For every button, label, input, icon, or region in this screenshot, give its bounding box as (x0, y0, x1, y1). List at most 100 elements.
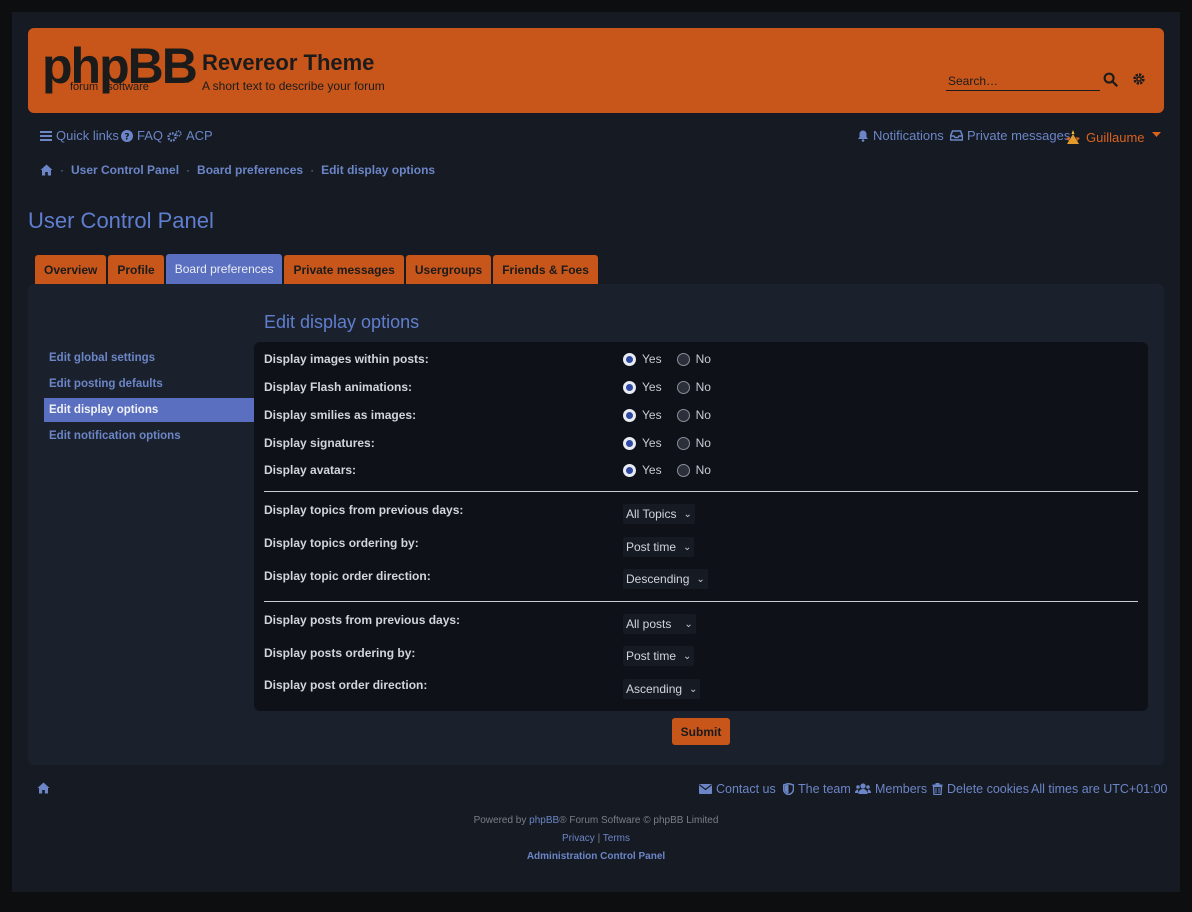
site-logo[interactable]: phpBB forum software ® (42, 38, 198, 102)
tab-friends-foes[interactable]: Friends & Foes (493, 255, 598, 284)
radio-group: Yes No (623, 408, 726, 422)
breadcrumb-board-preferences[interactable]: Board preferences (197, 163, 303, 177)
chevron-down-icon: ⌄ (684, 618, 693, 630)
quick-links-menu[interactable]: Quick links (40, 128, 119, 143)
bell-icon (858, 130, 868, 142)
privacy-terms: Privacy | Terms (0, 833, 1192, 844)
option-row-images: Display images within posts: Yes No (264, 352, 1138, 372)
tab-profile[interactable]: Profile (108, 255, 164, 284)
radio-yes[interactable] (623, 436, 636, 450)
privacy-link[interactable]: Privacy (562, 833, 595, 844)
home-icon (37, 782, 50, 794)
radio-yes-label: Yes (642, 408, 662, 422)
submit-button[interactable]: Submit (672, 718, 730, 745)
acp-footer-link[interactable]: Administration Control Panel (527, 851, 665, 862)
option-row-topic-sort: Display topics ordering by: Post time ⌄ (264, 536, 1138, 557)
radio-yes[interactable] (623, 380, 636, 394)
acp-link[interactable]: ACP (167, 128, 213, 143)
radio-no[interactable] (676, 463, 690, 477)
delete-cookies-label: Delete cookies (947, 782, 1029, 796)
sidebar-item-global-settings[interactable]: Edit global settings (44, 346, 254, 370)
notifications-label: Notifications (873, 128, 944, 143)
sidebar-item-display-options[interactable]: Edit display options (44, 398, 254, 422)
search-icon[interactable] (1103, 72, 1119, 88)
logo-subtext: forum software (70, 81, 149, 93)
option-row-signatures: Display signatures: Yes No (264, 436, 1138, 456)
breadcrumb-separator: · (60, 163, 64, 177)
contact-us-link[interactable]: Contact us (699, 782, 776, 796)
delete-cookies-link[interactable]: Delete cookies (932, 782, 1029, 796)
site-header: phpBB forum software ® Revereor Theme A … (28, 28, 1164, 113)
private-messages-link[interactable]: Private messages (950, 128, 1070, 143)
option-row-topic-dir: Display topic order direction: Descendin… (264, 569, 1138, 589)
radio-group: Yes No (623, 463, 726, 477)
caret-down-icon (1151, 132, 1161, 137)
phpbb-link[interactable]: phpBB (529, 815, 559, 826)
tab-overview[interactable]: Overview (35, 255, 107, 284)
radio-no[interactable] (676, 352, 690, 366)
faq-link[interactable]: ? FAQ (121, 128, 163, 143)
option-label: Display post order direction: (264, 678, 428, 692)
radio-no[interactable] (676, 436, 690, 450)
option-label: Display images within posts: (264, 352, 429, 366)
radio-group: Yes No (623, 352, 726, 366)
section-divider (264, 601, 1138, 602)
powered-by: Powered by phpBB® Forum Software © phpBB… (0, 815, 1192, 826)
option-label: Display topic order direction: (264, 569, 431, 583)
search-input[interactable] (946, 72, 1100, 91)
members-link[interactable]: Members (855, 782, 927, 796)
select-value: All posts (626, 617, 672, 631)
post-days-select[interactable]: All posts ⌄ (623, 614, 696, 634)
footer-links: Contact us The team Members Delete cooki… (28, 782, 1168, 798)
the-team-link[interactable]: The team (783, 782, 851, 796)
post-sort-select[interactable]: Post time ⌄ (623, 646, 695, 666)
terms-link[interactable]: Terms (603, 833, 630, 844)
radio-group: Yes No (623, 436, 726, 450)
radio-yes[interactable] (623, 352, 636, 366)
footer-home-link[interactable] (37, 782, 50, 794)
section-divider (264, 491, 1138, 492)
topic-sort-select[interactable]: Post time ⌄ (623, 537, 695, 557)
sidebar-item-notification-options[interactable]: Edit notification options (44, 424, 254, 448)
powered-prefix: Powered by (473, 815, 530, 826)
breadcrumb-separator: · (186, 163, 191, 177)
question-circle-icon: ? (121, 129, 133, 142)
sidebar-item-posting-defaults[interactable]: Edit posting defaults (44, 372, 254, 396)
site-title[interactable]: Revereor Theme (202, 50, 374, 76)
tab-private-messages[interactable]: Private messages (284, 255, 404, 284)
select-value: Post time (626, 540, 677, 554)
inbox-icon (950, 130, 963, 141)
breadcrumb: · User Control Panel · Board preferences… (28, 161, 435, 179)
option-label: Display topics from previous days: (264, 503, 464, 517)
option-label: Display posts from previous days: (264, 613, 461, 627)
tab-usergroups[interactable]: Usergroups (405, 255, 492, 284)
page-title: User Control Panel (28, 208, 214, 233)
user-menu[interactable]: Guillaume (1064, 128, 1161, 146)
site-description: A short text to describe your forum (202, 79, 385, 93)
notifications-link[interactable]: Notifications (857, 128, 944, 143)
radio-yes[interactable] (623, 408, 636, 422)
breadcrumb-ucp[interactable]: User Control Panel (71, 163, 179, 177)
menu-icon (40, 130, 52, 141)
topic-direction-select[interactable]: Descending ⌄ (623, 569, 708, 589)
radio-yes[interactable] (623, 463, 636, 477)
svg-text:?: ? (124, 132, 129, 142)
post-direction-select[interactable]: Ascending ⌄ (623, 679, 701, 699)
radio-no[interactable] (676, 408, 690, 422)
users-icon (855, 783, 871, 794)
option-row-avatars: Display avatars: Yes No (264, 463, 1138, 483)
topic-days-select[interactable]: All Topics ⌄ (623, 504, 695, 524)
option-row-smilies: Display smilies as images: Yes No (264, 408, 1138, 428)
select-value: All Topics (626, 507, 677, 521)
home-icon[interactable] (40, 164, 53, 176)
quick-links-label: Quick links (56, 128, 119, 143)
tab-board-preferences[interactable]: Board preferences (165, 254, 283, 284)
radio-no[interactable] (676, 380, 690, 394)
sidebar: Edit global settings Edit posting defaul… (44, 346, 254, 450)
option-row-post-dir: Display post order direction: Ascending ⌄ (264, 678, 1138, 699)
breadcrumb-edit-display-options[interactable]: Edit display options (321, 163, 435, 177)
radio-no-label: No (695, 352, 711, 366)
gear-icon[interactable] (1132, 72, 1148, 88)
option-label: Display posts ordering by: (264, 646, 416, 660)
acp-label: ACP (186, 128, 213, 143)
